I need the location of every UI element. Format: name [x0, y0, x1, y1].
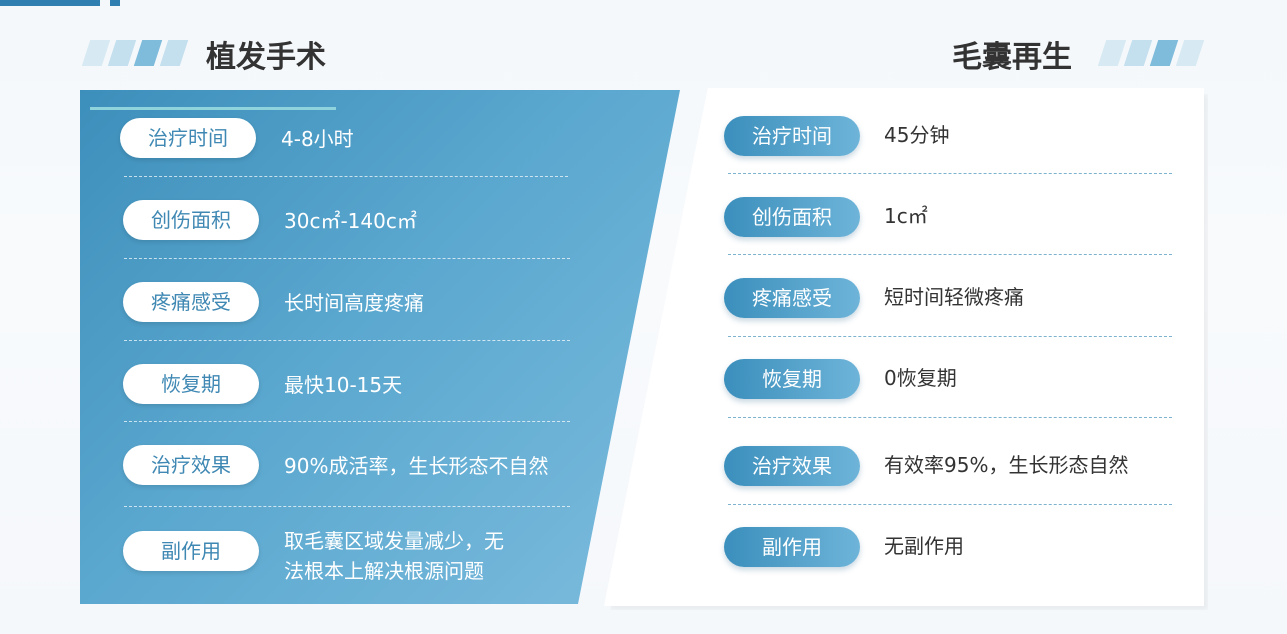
right-panel	[604, 88, 1204, 606]
left-value-recovery: 最快10-15天	[284, 373, 403, 397]
left-value-side-effect-line2: 法根本上解决根源问题	[284, 559, 484, 583]
left-divider	[124, 176, 568, 177]
left-label-recovery: 恢复期	[123, 364, 259, 404]
right-divider	[728, 504, 1172, 505]
left-divider	[124, 506, 570, 507]
right-value-side-effect: 无副作用	[884, 534, 964, 558]
left-value-wound-area: 30c㎡-140c㎡	[284, 209, 417, 233]
right-value-recovery: 0恢复期	[884, 366, 957, 390]
right-label-wound-area: 创伤面积	[724, 197, 860, 237]
left-value-side-effect-line1: 取毛囊区域发量减少，无	[284, 529, 504, 553]
left-title-decoration	[81, 40, 189, 66]
right-label-treatment-time: 治疗时间	[724, 116, 860, 156]
right-label-effect: 治疗效果	[724, 446, 860, 486]
left-value-effect: 90%成活率，生长形态不自然	[284, 454, 549, 478]
right-divider	[728, 254, 1172, 255]
left-title: 植发手术	[206, 40, 326, 75]
left-divider	[124, 421, 570, 422]
top-accent-bar	[0, 0, 100, 6]
left-value-pain: 长时间高度疼痛	[284, 291, 424, 315]
right-label-pain: 疼痛感受	[724, 278, 860, 318]
left-divider	[124, 340, 570, 341]
left-label-pain: 疼痛感受	[123, 282, 259, 322]
left-divider	[124, 258, 570, 259]
right-value-pain: 短时间轻微疼痛	[884, 285, 1024, 309]
right-divider	[728, 173, 1172, 174]
left-label-wound-area: 创伤面积	[123, 200, 259, 240]
left-label-side-effect: 副作用	[123, 531, 259, 571]
right-label-side-effect: 副作用	[724, 527, 860, 567]
right-divider	[728, 417, 1172, 418]
right-value-wound-area: 1c㎡	[884, 204, 928, 228]
right-title-decoration	[1097, 40, 1205, 66]
left-label-effect: 治疗效果	[123, 445, 259, 485]
left-value-treatment-time: 4-8小时	[281, 127, 354, 151]
right-label-recovery: 恢复期	[724, 359, 860, 399]
top-accent-mark	[110, 0, 120, 6]
right-value-treatment-time: 45分钟	[884, 123, 950, 147]
right-value-effect: 有效率95%，生长形态自然	[884, 453, 1129, 477]
left-panel-top-line	[90, 107, 336, 110]
right-divider	[728, 336, 1172, 337]
left-label-treatment-time: 治疗时间	[120, 118, 256, 158]
right-title: 毛囊再生	[952, 40, 1072, 75]
